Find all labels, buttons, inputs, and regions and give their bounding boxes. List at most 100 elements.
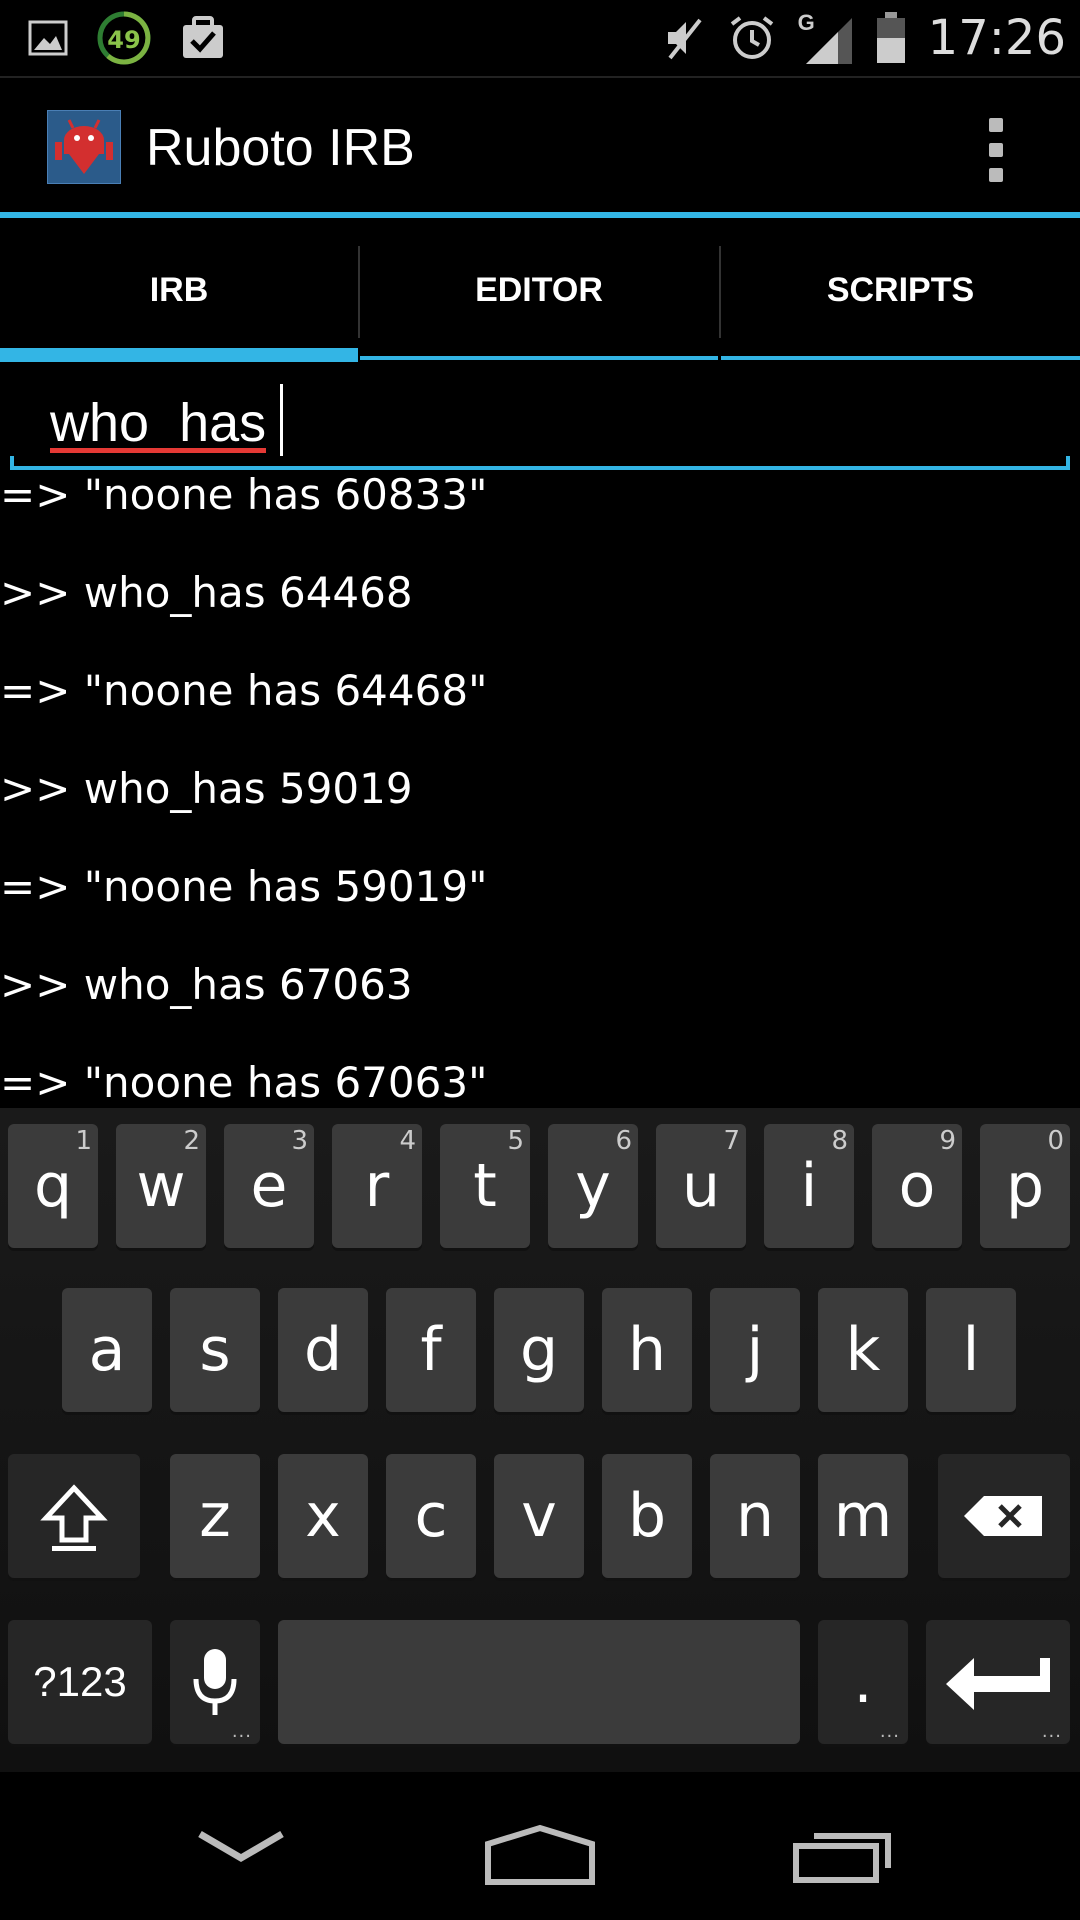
clock: 17:26 xyxy=(927,10,1066,66)
key-o[interactable]: o9 xyxy=(872,1124,962,1248)
shift-icon xyxy=(40,1484,108,1551)
voice-input-key[interactable]: ... xyxy=(170,1620,260,1744)
key-label: c xyxy=(414,1481,448,1551)
ruboto-app-icon[interactable] xyxy=(47,110,121,184)
key-number-hint: 2 xyxy=(183,1126,200,1156)
key-n[interactable]: n xyxy=(710,1454,800,1578)
irb-command-input-value[interactable]: who_has xyxy=(50,392,266,454)
key-label: q xyxy=(33,1151,73,1221)
backspace-key[interactable] xyxy=(938,1454,1070,1578)
symbols-key[interactable]: ?123 xyxy=(8,1620,152,1744)
overflow-dot xyxy=(989,168,1003,182)
tab-scripts-label: SCRIPTS xyxy=(826,270,975,309)
key-e[interactable]: e3 xyxy=(224,1124,314,1248)
tab-irb[interactable]: IRB xyxy=(0,218,358,362)
key-label: o xyxy=(898,1151,936,1221)
key-number-hint: 0 xyxy=(1047,1126,1064,1156)
key-d[interactable]: d xyxy=(278,1288,368,1412)
key-b[interactable]: b xyxy=(602,1454,692,1578)
tab-editor-indicator xyxy=(360,356,718,360)
key-number-hint: 1 xyxy=(75,1126,92,1156)
irb-command-input[interactable]: who_has xyxy=(10,380,1070,470)
battery-icon xyxy=(876,12,905,63)
task-check-icon xyxy=(183,16,223,58)
overflow-menu-icon[interactable] xyxy=(980,118,1012,182)
key-t[interactable]: t5 xyxy=(440,1124,530,1248)
key-number-hint: 5 xyxy=(507,1126,524,1156)
key-f[interactable]: f xyxy=(386,1288,476,1412)
shift-key[interactable] xyxy=(8,1454,140,1578)
gallery-icon xyxy=(28,20,68,56)
home-icon[interactable] xyxy=(484,1824,596,1886)
key-number-hint: 6 xyxy=(615,1126,632,1156)
key-label: x xyxy=(305,1481,341,1551)
key-r[interactable]: r4 xyxy=(332,1124,422,1248)
overflow-dot xyxy=(989,143,1003,157)
key-c[interactable]: c xyxy=(386,1454,476,1578)
console-lines: => "noone has 60833" >> who_has 64468 => "… xyxy=(0,472,1080,1108)
alarm-icon xyxy=(730,16,773,59)
key-number-hint: 4 xyxy=(399,1126,416,1156)
space-key[interactable] xyxy=(278,1620,800,1744)
key-u[interactable]: u7 xyxy=(656,1124,746,1248)
key-x[interactable]: x xyxy=(278,1454,368,1578)
key-k[interactable]: k xyxy=(818,1288,908,1412)
key-y[interactable]: y6 xyxy=(548,1124,638,1248)
key-a[interactable]: a xyxy=(62,1288,152,1412)
key-label: z xyxy=(199,1481,231,1551)
key-label: e xyxy=(250,1151,288,1221)
period-key[interactable]: . ... xyxy=(818,1620,908,1744)
key-h[interactable]: h xyxy=(602,1288,692,1412)
symbols-key-label: ?123 xyxy=(33,1658,127,1705)
tab-irb-label: IRB xyxy=(149,270,209,309)
key-j[interactable]: j xyxy=(710,1288,800,1412)
enter-key[interactable]: ... xyxy=(926,1620,1070,1744)
key-label: y xyxy=(575,1151,611,1221)
key-i[interactable]: i8 xyxy=(764,1124,854,1248)
irb-console-output[interactable]: => "noone has 60833" >> who_has 64468 => "… xyxy=(0,472,1080,1108)
key-label: v xyxy=(521,1481,557,1551)
mute-icon xyxy=(667,18,702,60)
soft-keyboard: ?123 ... . ... ... q1w2e3r4t5y6u7i8o9p0a… xyxy=(0,1108,1080,1772)
enter-arrow-icon xyxy=(946,1658,1050,1710)
tab-bar: IRB EDITOR SCRIPTS xyxy=(0,218,1080,362)
console-line: => "noone has 60833" xyxy=(0,472,488,519)
console-line: => "noone has 64468" xyxy=(0,666,488,715)
key-number-hint: 8 xyxy=(831,1126,848,1156)
signal-indicator: G xyxy=(798,10,854,66)
key-label: m xyxy=(833,1481,893,1551)
recent-apps-icon[interactable] xyxy=(792,1824,896,1884)
back-icon[interactable] xyxy=(196,1828,286,1868)
key-v[interactable]: v xyxy=(494,1454,584,1578)
tab-scripts[interactable]: SCRIPTS xyxy=(721,218,1080,362)
tab-irb-indicator xyxy=(0,348,358,362)
tab-editor-label: EDITOR xyxy=(475,270,603,309)
console-line: => "noone has 67063" xyxy=(0,1058,488,1107)
tab-editor[interactable]: EDITOR xyxy=(360,218,718,362)
key-g[interactable]: g xyxy=(494,1288,584,1412)
key-label: t xyxy=(473,1151,497,1221)
key-s[interactable]: s xyxy=(170,1288,260,1412)
key-p[interactable]: p0 xyxy=(980,1124,1070,1248)
key-w[interactable]: w2 xyxy=(116,1124,206,1248)
status-bar: 49 G 17:26 xyxy=(0,0,1080,76)
key-label: k xyxy=(845,1315,881,1385)
key-label: d xyxy=(303,1315,343,1385)
battery-percent-icon: 49 xyxy=(97,11,151,65)
key-l[interactable]: l xyxy=(926,1288,1016,1412)
tab-scripts-indicator xyxy=(721,356,1080,360)
key-label: w xyxy=(136,1151,186,1221)
overflow-dot xyxy=(989,118,1003,132)
action-bar: Ruboto IRB xyxy=(0,78,1080,214)
key-m[interactable]: m xyxy=(818,1454,908,1578)
key-z[interactable]: z xyxy=(170,1454,260,1578)
key-label: a xyxy=(88,1315,126,1385)
key-number-hint: 9 xyxy=(939,1126,956,1156)
signal-icon xyxy=(805,18,852,64)
key-label: u xyxy=(681,1151,721,1221)
key-q[interactable]: q1 xyxy=(8,1124,98,1248)
more-options-dots: ... xyxy=(879,1721,900,1742)
key-label: i xyxy=(800,1151,818,1221)
navigation-bar xyxy=(0,1772,1080,1920)
more-options-dots: ... xyxy=(231,1721,252,1742)
